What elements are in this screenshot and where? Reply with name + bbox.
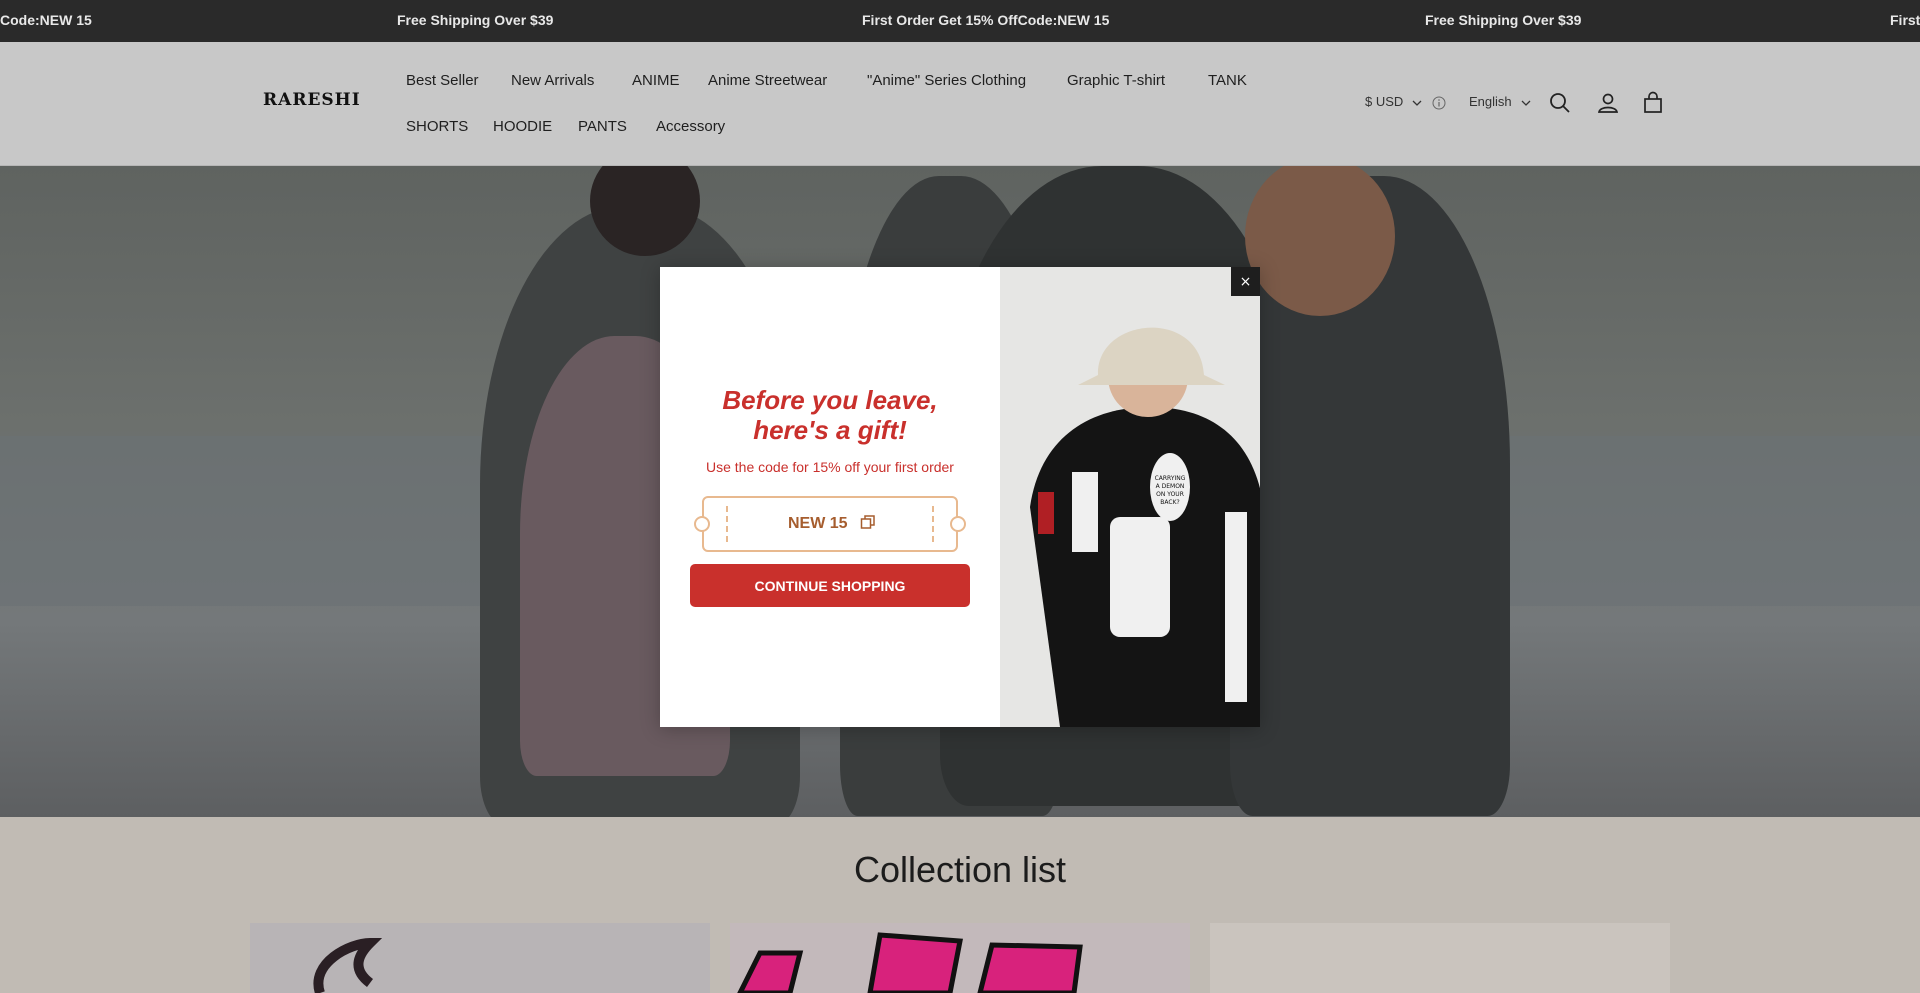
popup-subline: Use the code for 15% off your first orde… [706, 459, 954, 475]
svg-text:CARRYING: CARRYING [1155, 475, 1186, 482]
collection-image [737, 932, 1083, 993]
collection-image [313, 937, 383, 993]
nav-hoodie[interactable]: HOODIE [493, 118, 552, 135]
nav-new-arrivals[interactable]: New Arrivals [511, 72, 594, 89]
search-icon[interactable] [1548, 91, 1572, 115]
currency-label: $ USD [1365, 94, 1404, 109]
close-icon[interactable]: × [1231, 267, 1260, 296]
nav-shorts[interactable]: SHORTS [406, 118, 468, 135]
exit-intent-popup: Before you leave, here's a gift! Use the… [660, 267, 1260, 727]
collection-section: Collection list [0, 817, 1920, 993]
nav-pants[interactable]: PANTS [578, 118, 627, 135]
copy-icon[interactable] [860, 514, 876, 530]
announcement-item: Free Shipping Over $39 [397, 12, 554, 28]
headline-line: here's a gift! [753, 415, 907, 445]
chevron-down-icon [1521, 100, 1531, 106]
language-selector[interactable]: English [1469, 94, 1531, 109]
product-photo: CARRYING A DEMON ON YOUR BACK? [1000, 267, 1260, 727]
nav-best-seller[interactable]: Best Seller [406, 72, 479, 89]
announcement-bar: Code:NEW 15​ Free Shipping Over $39 Firs… [0, 0, 1920, 42]
nav-tank[interactable]: TANK [1208, 72, 1247, 89]
account-icon[interactable] [1596, 91, 1620, 115]
nav-anime-streetwear[interactable]: Anime Streetwear [708, 72, 827, 89]
announcement-item: Free Shipping Over $39 [1425, 12, 1582, 28]
nav-anime[interactable]: ANIME [632, 72, 680, 89]
collection-card[interactable] [250, 923, 710, 993]
headline-line: Before you leave, [722, 385, 938, 415]
store-logo[interactable]: RARESHI [263, 90, 361, 110]
continue-shopping-button[interactable]: CONTINUE SHOPPING [690, 564, 970, 607]
collection-card[interactable] [1210, 923, 1670, 993]
coupon-box[interactable]: NEW 15 [694, 496, 966, 552]
svg-text:ON YOUR: ON YOUR [1156, 491, 1184, 498]
nav-graphic-tshirt[interactable]: Graphic T-shirt [1067, 72, 1165, 89]
popup-headline: Before you leave, here's a gift! [660, 385, 1000, 445]
site-header: RARESHI Best Seller New Arrivals ANIME A… [0, 42, 1920, 166]
announcement-item: First [1890, 12, 1920, 28]
collection-title: Collection list [853, 849, 1067, 890]
collection-card[interactable] [730, 923, 1190, 993]
announcement-item: Code:NEW 15​ [0, 12, 92, 28]
announcement-item: First Order Get 15% Off​Code:NEW 15​ [862, 12, 1110, 28]
chevron-down-icon [1412, 100, 1422, 106]
popup-content: Before you leave, here's a gift! Use the… [660, 267, 1000, 727]
nav-anime-series-clothing[interactable]: "Anime" Series Clothing [867, 72, 1026, 89]
language-label: English [1469, 94, 1512, 109]
popup-product-image: CARRYING A DEMON ON YOUR BACK? [1000, 267, 1260, 727]
coupon-code: NEW 15 [704, 514, 960, 533]
cart-icon[interactable] [1641, 91, 1665, 115]
currency-selector[interactable]: $ USD [1365, 94, 1446, 110]
coupon-code-text: NEW 15 [787, 515, 848, 532]
svg-text:BACK?: BACK? [1160, 499, 1179, 506]
svg-text:A DEMON: A DEMON [1156, 483, 1185, 490]
nav-accessory[interactable]: Accessory [656, 118, 725, 135]
info-icon[interactable] [1432, 96, 1446, 110]
